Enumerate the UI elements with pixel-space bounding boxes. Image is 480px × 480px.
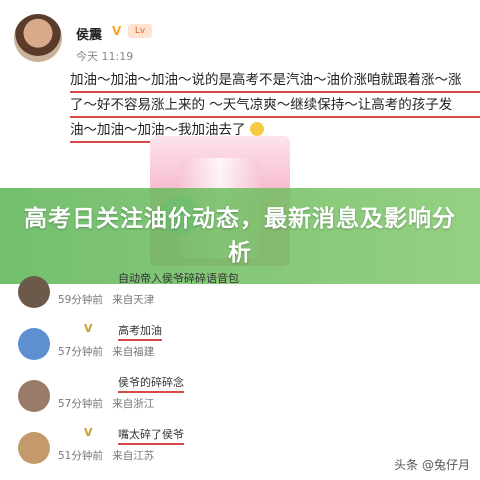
post-time: 今天 11:19 (76, 50, 134, 63)
verified-badge: V (84, 322, 93, 335)
author-avatar[interactable] (14, 14, 62, 62)
verified-badge: V (84, 426, 93, 439)
comment-meta: 51分钟前 来自江苏 (58, 448, 160, 463)
comment-meta: 57分钟前 来自福建 (58, 344, 160, 359)
comment-time: 57分钟前 (58, 398, 103, 410)
comment-source: 来自江苏 (112, 450, 155, 462)
post-line: 加油～加油～加油～说的是高考不是汽油～油价涨咱就跟着涨～涨 (70, 68, 480, 93)
post-header: 侯震 V Lv 今天 11:19 (0, 0, 480, 63)
comment-item[interactable]: V 高考加油 57分钟前 来自福建 (0, 322, 480, 378)
comment-time: 59分钟前 (58, 294, 103, 306)
commenter-avatar[interactable] (18, 432, 50, 464)
comment-source: 来自浙江 (112, 398, 155, 410)
commenter-name[interactable]: 高考加油 (118, 322, 162, 341)
source-watermark: 头条 @兔仔月 (390, 455, 474, 474)
comment-source: 来自天津 (112, 294, 155, 306)
banner-title: 高考日关注油价动态，最新消息及影响分析 (24, 206, 456, 266)
verified-badge: V (112, 24, 122, 38)
post-content: 加油～加油～加油～说的是高考不是汽油～油价涨咱就跟着涨～涨 了～好不容易涨上来的… (70, 68, 480, 143)
commenter-name[interactable]: 自动帝入侯爷碎碎语音包 (118, 270, 239, 286)
commenter-avatar[interactable] (18, 328, 50, 360)
comment-time: 57分钟前 (58, 346, 103, 358)
commenter-avatar[interactable] (18, 380, 50, 412)
commenter-name[interactable]: 嘴太碎了侯爷 (118, 426, 184, 445)
author-name[interactable]: 侯震 (76, 24, 102, 43)
level-badge-icon: Lv (128, 24, 152, 38)
comment-time: 51分钟前 (58, 450, 103, 462)
comment-item[interactable]: 侯爷的碎碎念 57分钟前 来自浙江 (0, 374, 480, 430)
commenter-name[interactable]: 侯爷的碎碎念 (118, 374, 184, 393)
comment-meta: 57分钟前 来自浙江 (58, 396, 160, 411)
comment-source: 来自福建 (112, 346, 155, 358)
comment-meta: 59分钟前 来自天津 (58, 292, 160, 307)
post-line-text: 了～好不容易涨上来的 ～天气凉爽～继续保持～让高考的孩子发 (70, 97, 453, 113)
smile-emoji-icon (249, 122, 264, 136)
post-line: 了～好不容易涨上来的 ～天气凉爽～继续保持～让高考的孩子发 (70, 93, 480, 118)
comment-item[interactable]: 自动帝入侯爷碎碎语音包 59分钟前 来自天津 (0, 270, 480, 326)
commenter-avatar[interactable] (18, 276, 50, 308)
